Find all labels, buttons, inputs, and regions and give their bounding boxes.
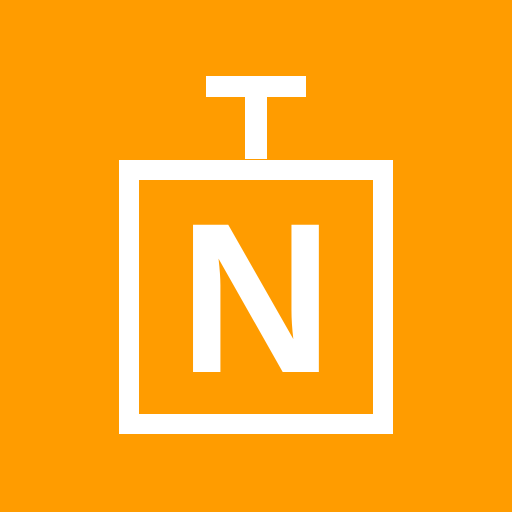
app-icon: N xyxy=(0,0,512,512)
handle-bar xyxy=(206,76,306,97)
frame-letter: N xyxy=(179,179,334,418)
handle-stem xyxy=(245,97,267,159)
letter-n-box-icon: N xyxy=(0,0,512,512)
